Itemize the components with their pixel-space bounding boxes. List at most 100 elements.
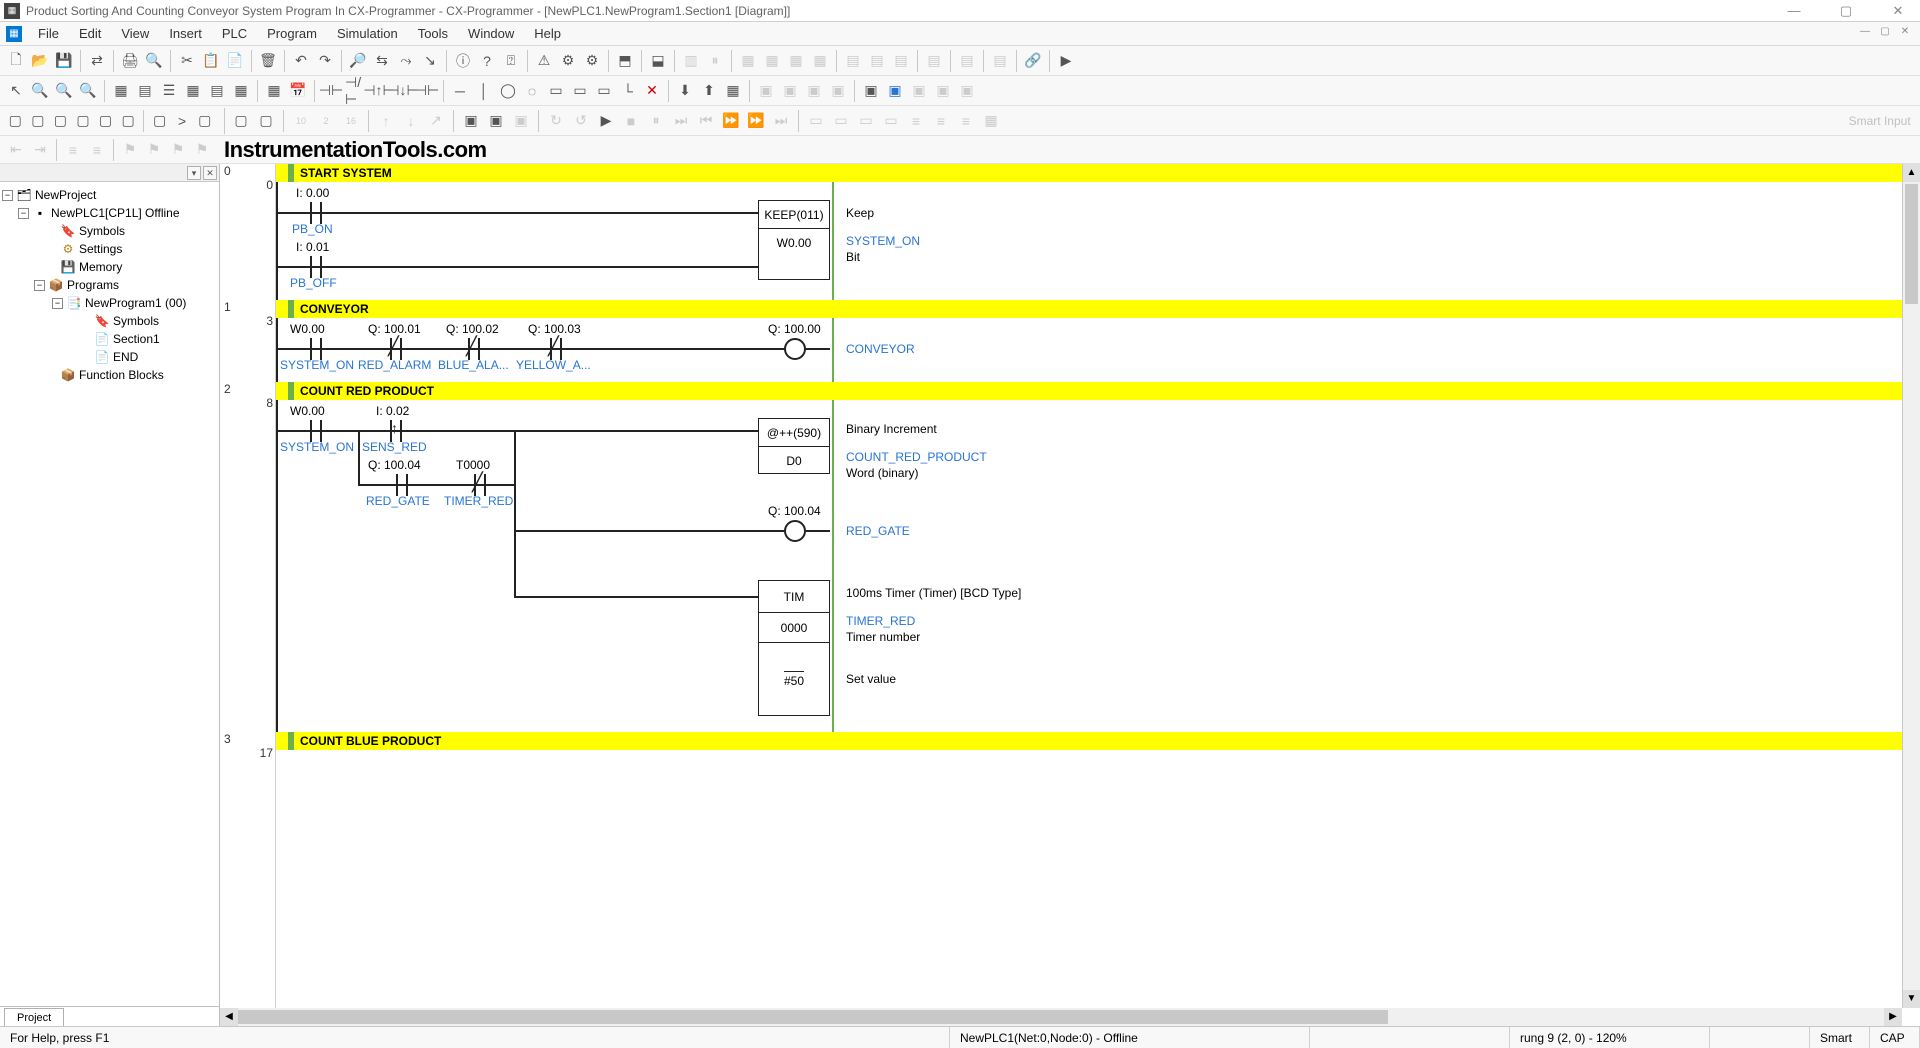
nav-left-icon[interactable]: ↗ <box>425 110 447 132</box>
mdi-minimize[interactable]: — <box>1856 26 1874 42</box>
chart6-icon[interactable]: ▤ <box>989 50 1011 72</box>
x2-icon[interactable]: ▭ <box>830 110 852 132</box>
link-icon[interactable]: 🔗 <box>1022 50 1044 72</box>
tree-pin-icon[interactable]: ▾ <box>187 166 201 180</box>
open-icon[interactable]: 📂 <box>29 50 51 72</box>
r1-coil-conveyor[interactable] <box>784 338 806 360</box>
delete-icon[interactable]: 🗑 <box>257 50 279 72</box>
indent-right-icon[interactable]: ⇥ <box>29 139 51 161</box>
menu-help[interactable]: Help <box>524 24 571 43</box>
hscrollbar[interactable]: ◀ ▶ <box>220 1008 1902 1026</box>
copy-icon[interactable]: 📋 <box>200 50 222 72</box>
save-icon[interactable]: 💾 <box>53 50 75 72</box>
find-next-icon[interactable]: ⤳ <box>395 50 417 72</box>
chart3-icon[interactable]: ▤ <box>890 50 912 72</box>
menu-edit[interactable]: Edit <box>69 24 111 43</box>
hscroll-right[interactable]: ▶ <box>1884 1008 1902 1026</box>
sim-c-icon[interactable]: ▣ <box>908 80 930 102</box>
maximize-button[interactable]: ▢ <box>1828 0 1864 22</box>
menu-file[interactable]: File <box>28 24 69 43</box>
step3-icon[interactable]: ⏩ <box>720 110 742 132</box>
help-icon[interactable]: ? <box>476 50 498 72</box>
hscroll-thumb[interactable] <box>238 1010 1388 1024</box>
flag1-icon[interactable]: ⚑ <box>119 139 141 161</box>
tool-e-icon[interactable]: ▥ <box>680 50 702 72</box>
flag3-icon[interactable]: ⚑ <box>167 139 189 161</box>
r0-keep-box[interactable]: KEEP(011) W0.00 <box>758 200 830 280</box>
contact-fall-icon[interactable]: ⊣↓⊢ <box>392 80 414 102</box>
view-xref-icon[interactable]: ▤ <box>206 80 228 102</box>
tree-expand-programs[interactable]: − <box>34 280 45 291</box>
run-icon[interactable]: ▶ <box>1055 50 1077 72</box>
preview-icon[interactable]: 🔍 <box>143 50 165 72</box>
indent-left-icon[interactable]: ⇤ <box>5 139 27 161</box>
tree-memory[interactable]: Memory <box>79 260 122 274</box>
mon2-icon[interactable]: ▣ <box>779 80 801 102</box>
r1-contact-red[interactable]: ╱ <box>386 338 406 360</box>
tool-b-icon[interactable]: ⚙ <box>581 50 603 72</box>
context-help-icon[interactable]: ⍰ <box>500 50 522 72</box>
win-b-icon[interactable]: ▢ <box>28 110 49 132</box>
func2-icon[interactable]: ▭ <box>569 80 591 102</box>
online-icon[interactable]: ▣ <box>485 110 507 132</box>
r1-contact-yellow[interactable]: ╱ <box>546 338 566 360</box>
replace-icon[interactable]: ⇆ <box>371 50 393 72</box>
tree-settings[interactable]: Settings <box>79 242 122 256</box>
view-mem-icon[interactable]: ▦ <box>230 80 252 102</box>
view-watch-icon[interactable]: ☰ <box>158 80 180 102</box>
view-project-icon[interactable]: ▦ <box>110 80 132 102</box>
sim-d-icon[interactable]: ▣ <box>932 80 954 102</box>
win-h-icon[interactable]: > <box>172 110 193 132</box>
hscroll-left[interactable]: ◀ <box>220 1008 238 1026</box>
tree-symbols[interactable]: Symbols <box>79 224 125 238</box>
tile-b-icon[interactable]: ▢ <box>255 110 277 132</box>
zoom-100-icon[interactable]: 🔍 <box>77 80 99 102</box>
mdi-restore[interactable]: ▢ <box>1876 26 1894 42</box>
chart4-icon[interactable]: ▤ <box>923 50 945 72</box>
corner-icon[interactable]: └ <box>617 80 639 102</box>
contact-no-icon[interactable]: ⊣⊢ <box>320 80 342 102</box>
compare-icon[interactable]: ⇄ <box>86 50 108 72</box>
menu-simulation[interactable]: Simulation <box>327 24 408 43</box>
flag2-icon[interactable]: ⚑ <box>143 139 165 161</box>
grid4-icon[interactable]: ▦ <box>809 50 831 72</box>
download-icon[interactable]: ⬇ <box>674 80 696 102</box>
zoom-in-icon[interactable]: 🔍 <box>29 80 51 102</box>
win-e-icon[interactable]: ▢ <box>95 110 116 132</box>
grid1-icon[interactable]: ▦ <box>737 50 759 72</box>
find-icon[interactable]: 🔎 <box>347 50 369 72</box>
tree-plc[interactable]: NewPLC1[CP1L] Offline <box>51 206 180 220</box>
tree-close-icon[interactable]: ✕ <box>203 166 217 180</box>
r2-contact-sensred[interactable]: ↑ <box>386 420 406 442</box>
menu-tools[interactable]: Tools <box>408 24 458 43</box>
win-c-icon[interactable]: ▢ <box>50 110 71 132</box>
ladder-canvas[interactable]: START SYSTEM I: 0.00 PB_ON I: 0.01 PB_OF… <box>276 164 1902 1026</box>
view-addr-icon[interactable]: ▦ <box>182 80 204 102</box>
mon3-icon[interactable]: ▣ <box>803 80 825 102</box>
x1-icon[interactable]: ▭ <box>805 110 827 132</box>
coil-icon[interactable]: ◯ <box>497 80 519 102</box>
flag4-icon[interactable]: ⚑ <box>191 139 213 161</box>
win-f-icon[interactable]: ▢ <box>118 110 139 132</box>
ff-icon[interactable]: ⏩ <box>745 110 767 132</box>
stop-icon[interactable]: ■ <box>620 110 642 132</box>
new-icon[interactable]: 🗋 <box>5 50 27 72</box>
vscroll-thumb[interactable] <box>1905 184 1918 304</box>
mon1-icon[interactable]: ▣ <box>755 80 777 102</box>
paste-icon[interactable]: 📄 <box>224 50 246 72</box>
view-output-icon[interactable]: ▤ <box>134 80 156 102</box>
r2-contact-redgate[interactable] <box>392 474 412 496</box>
close-button[interactable]: ✕ <box>1880 0 1916 22</box>
win-d-icon[interactable]: ▢ <box>73 110 94 132</box>
x5-icon[interactable]: ≡ <box>905 110 927 132</box>
menu-view[interactable]: View <box>111 24 159 43</box>
print-icon[interactable]: 🖨 <box>119 50 141 72</box>
tree-expand-root[interactable]: − <box>2 190 13 201</box>
menu-program[interactable]: Program <box>257 24 327 43</box>
r0-contact-pbon[interactable] <box>306 202 326 224</box>
tree-section1[interactable]: Section1 <box>113 332 160 346</box>
win-g-icon[interactable]: ▢ <box>149 110 170 132</box>
goto-icon[interactable]: ↘ <box>419 50 441 72</box>
grid3-icon[interactable]: ▦ <box>785 50 807 72</box>
menu-insert[interactable]: Insert <box>159 24 212 43</box>
